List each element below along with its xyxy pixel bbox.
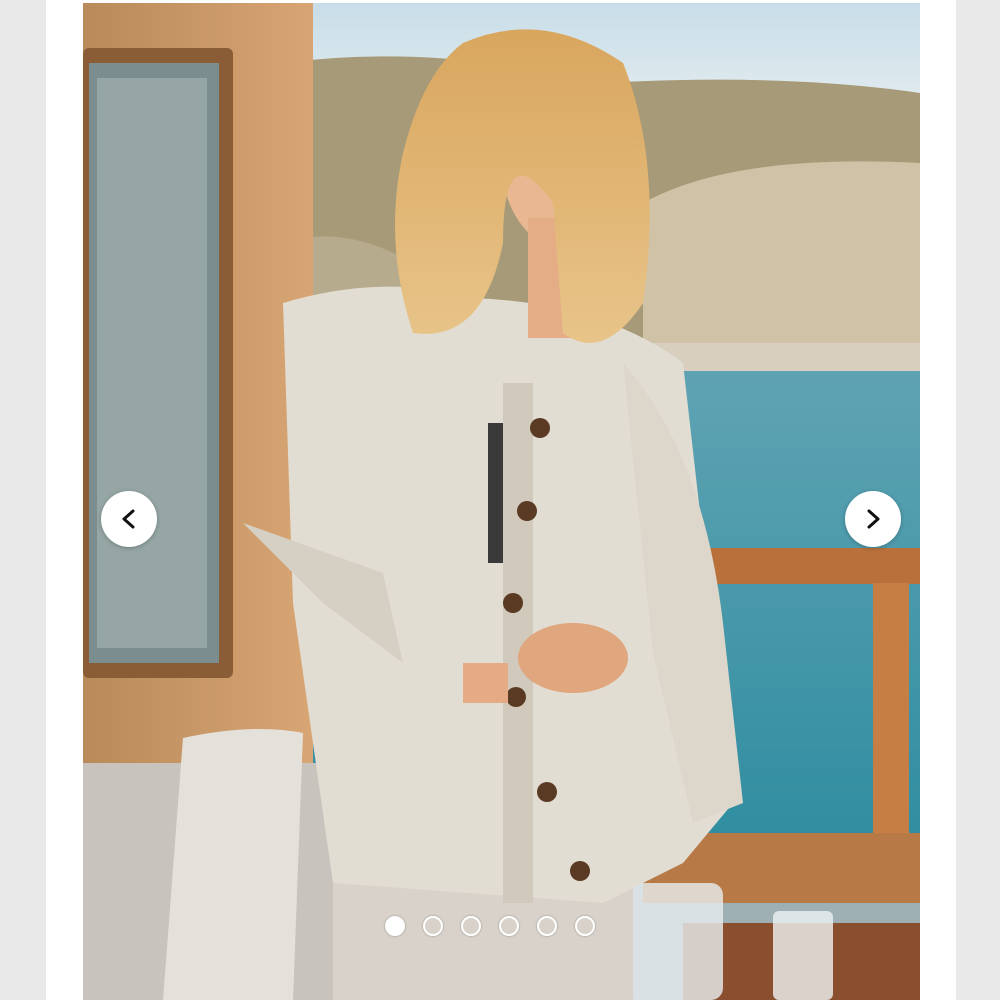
chevron-right-icon [867,509,880,529]
carousel-dot-2[interactable] [423,916,443,936]
chevron-left-icon [122,509,135,529]
page [0,0,1000,1000]
product-photo-illustration [83,3,920,1000]
next-image-button[interactable] [845,491,901,547]
carousel-dot-6[interactable] [575,916,595,936]
product-photo[interactable] [83,3,920,1000]
prev-image-button[interactable] [101,491,157,547]
carousel-dot-3[interactable] [461,916,481,936]
carousel-dot-5[interactable] [537,916,557,936]
carousel-dot-1[interactable] [385,916,405,936]
carousel-pagination [385,916,595,936]
carousel-dot-4[interactable] [499,916,519,936]
